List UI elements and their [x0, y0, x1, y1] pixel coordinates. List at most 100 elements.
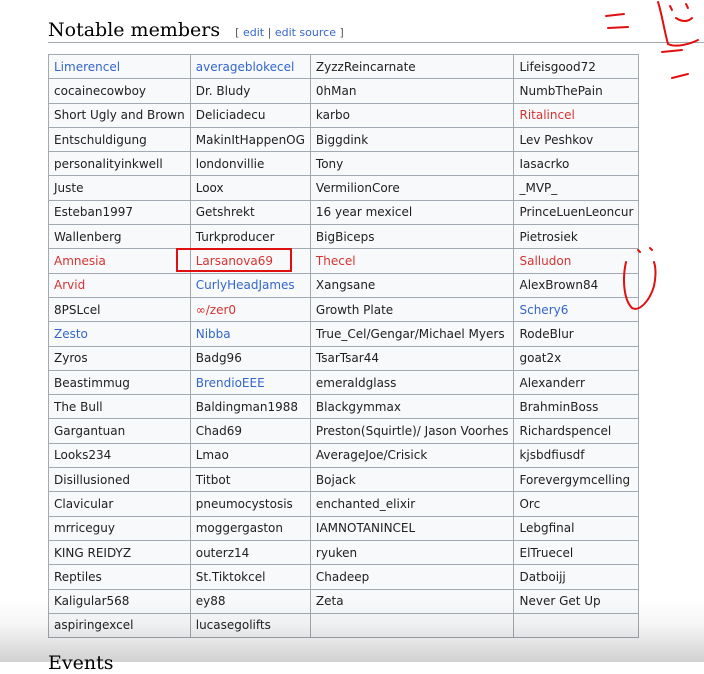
table-row: Juste Loox VermilionCore _MVP_ [48, 175, 640, 201]
member-name: Zeta [315, 594, 344, 609]
table-row: Short Ugly and Brown Deliciadecu karbo Rita… [48, 102, 640, 128]
member-cell: AlexBrown84 [513, 272, 640, 298]
doodle-stroke [661, 49, 683, 53]
notable-members-table: Limerencel averageblokecel ZyzzReincarnate… [48, 53, 640, 639]
member-cell: CurlyHeadJames [189, 272, 311, 298]
member-cell: PrinceLuenLeoncur [513, 199, 640, 226]
member-cell: ryuken [309, 539, 515, 566]
member-link[interactable]: Salludon [519, 254, 571, 268]
member-name: 16 year mexicel [315, 205, 413, 220]
member-cell: personalityinkwell [48, 151, 191, 177]
table-row: 8PSLcel ∞/zer0 Growth Plate Schery6 [48, 296, 640, 323]
member-cell: cocainecowboy [48, 78, 191, 104]
member-name: Getshrekt [195, 205, 255, 220]
member-name: Preston(Squirtle)/ Jason Voorhes [315, 424, 509, 439]
member-cell: Lebgfinal [513, 515, 640, 541]
member-link[interactable]: BrendioEEE [196, 376, 265, 390]
member-link[interactable]: averageblokecel [196, 60, 295, 74]
member-name: Beastimmug [54, 375, 130, 390]
member-cell: Orc [513, 491, 640, 517]
member-link[interactable]: Arvid [54, 278, 85, 292]
member-cell: Chadeep [309, 564, 515, 590]
member-name: Turkproducer [195, 229, 275, 244]
member-cell: TsarTsar44 [309, 345, 515, 371]
member-cell: Growth Plate [309, 296, 515, 323]
doodle-stroke [649, 247, 653, 251]
member-cell: Lev Peshkov [513, 126, 640, 153]
member-cell: Zeta [309, 588, 515, 614]
member-link[interactable]: Thecel [316, 254, 356, 268]
member-name: londonvillie [195, 156, 265, 171]
member-cell: Kaligular568 [48, 588, 191, 614]
member-name: Lev Peshkov [519, 132, 594, 147]
member-cell: Deliciadecu [189, 102, 311, 128]
member-name: PrinceLuenLeoncur [519, 205, 634, 220]
member-name: St.Tiktokcel [195, 569, 266, 584]
member-link[interactable]: Nibba [196, 327, 231, 341]
member-name: Zyros [54, 351, 88, 366]
member-name: Esteban1997 [54, 205, 134, 220]
member-cell: Ritalincel [513, 102, 640, 128]
member-name: Alexanderr [519, 375, 585, 390]
member-name: Lebgfinal [519, 521, 575, 536]
member-name: Blackgymmax [315, 399, 401, 414]
member-link[interactable]: Schery6 [519, 303, 568, 317]
member-link[interactable]: Amnesia [54, 254, 106, 268]
member-cell: IAMNOTANINCEL [309, 515, 515, 541]
member-name: VermilionCore [315, 181, 400, 196]
member-name: Tony [315, 156, 344, 171]
member-link[interactable]: Ritalincel [519, 108, 574, 122]
member-link[interactable]: Larsanova69 [196, 254, 273, 268]
member-name: outerz14 [195, 545, 250, 560]
member-cell: Wallenberg [48, 224, 191, 250]
member-cell: Iasacrko [513, 151, 640, 177]
member-name: enchanted_elixir [315, 496, 416, 511]
member-cell: Loox [189, 175, 311, 201]
member-link[interactable]: Limerencel [54, 60, 120, 74]
member-cell: BigBiceps [309, 224, 515, 250]
member-name: True_Cel/Gengar/Michael Myers [315, 326, 505, 341]
edit-source-link[interactable]: edit source [275, 26, 336, 39]
edit-section-links: [ edit | edit source ] [235, 26, 344, 39]
member-name: Iasacrko [519, 156, 570, 171]
member-name: Growth Plate [315, 302, 394, 317]
member-link[interactable]: Zesto [54, 327, 88, 341]
member-link[interactable]: ∞/zer0 [196, 303, 236, 317]
member-name: The Bull [54, 399, 103, 414]
member-name: Gargantuan [54, 424, 126, 439]
member-cell: emeraldglass [309, 369, 515, 396]
member-name: kjsbdfiusdf [519, 448, 585, 463]
member-name: Clavicular [54, 496, 114, 511]
section-heading: Notable members [ edit | edit source ] [48, 18, 704, 43]
member-cell: ZyzzReincarnate [309, 53, 515, 80]
member-name: ey88 [195, 594, 226, 609]
member-cell: Thecel [309, 248, 515, 274]
table-row: aspiringexcel lucasegolifts [48, 612, 640, 639]
member-name: Entschuldigung [54, 132, 147, 147]
member-cell: True_Cel/Gengar/Michael Myers [309, 321, 515, 347]
member-cell: VermilionCore [309, 175, 515, 201]
member-cell: outerz14 [189, 539, 311, 566]
member-cell: Forevergymcelling [513, 467, 640, 493]
member-name: Deliciadecu [195, 108, 266, 123]
member-link[interactable]: CurlyHeadJames [196, 278, 295, 292]
member-cell: ey88 [189, 588, 311, 614]
table-row: Gargantuan Chad69 Preston(Squirtle)/ Jason… [48, 418, 640, 444]
member-cell: KING REIDYZ [48, 539, 191, 566]
member-cell: Preston(Squirtle)/ Jason Voorhes [309, 418, 515, 444]
member-cell: mrriceguy [48, 515, 191, 541]
edit-link[interactable]: edit [243, 26, 264, 39]
member-cell: 0hMan [309, 78, 515, 104]
member-cell: BrendioEEE [189, 369, 311, 396]
member-name: Richardspencel [519, 424, 612, 439]
member-cell: Salludon [513, 248, 640, 274]
table-row: Clavicular pneumocystosis enchanted_elixir… [48, 491, 640, 517]
member-name: Dr. Bludy [195, 83, 251, 98]
member-name: Titbot [195, 472, 231, 487]
member-cell: 8PSLcel [48, 296, 191, 323]
member-cell: Arvid [48, 272, 191, 298]
table-row: Looks234 Lmao AverageJoe/Crisick kjsbdfiusd… [48, 442, 640, 469]
member-cell: Zyros [48, 345, 191, 371]
table-row: The Bull Baldingman1988 Blackgymmax Brahmin… [48, 394, 640, 420]
member-name: Lifeisgood72 [519, 59, 596, 74]
